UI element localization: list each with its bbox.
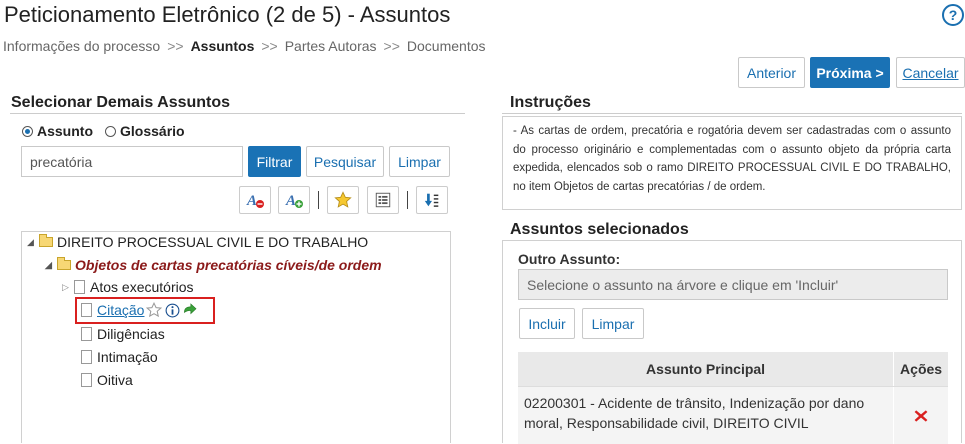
tree-node-citacao[interactable]: Citação (81, 302, 198, 318)
divider (10, 113, 465, 114)
search-button[interactable]: Pesquisar (306, 146, 384, 177)
tree-node-root-label[interactable]: DIREITO PROCESSUAL CIVIL E DO TRABALHO (57, 234, 368, 250)
previous-button[interactable]: Anterior (738, 57, 805, 88)
toolbar-separator (407, 191, 408, 209)
document-icon (81, 327, 92, 341)
tree-node-intimacao[interactable]: Intimação (81, 349, 158, 365)
instructions-title: Instruções (510, 94, 591, 111)
help-icon[interactable]: ? (942, 4, 964, 26)
instructions-text: - As cartas de ordem, precatória e rogat… (502, 116, 962, 210)
other-subject-label: Outro Assunto: (518, 251, 621, 267)
star-icon (334, 191, 352, 208)
info-icon[interactable] (165, 303, 180, 318)
breadcrumb-item-documentos[interactable]: Documentos (407, 38, 486, 54)
folder-icon (39, 234, 53, 247)
column-header-subject: Assunto Principal (646, 361, 766, 377)
select-subjects-title: Selecionar Demais Assuntos (11, 94, 231, 111)
delete-icon[interactable] (913, 408, 929, 424)
expand-all-button[interactable]: A (278, 186, 310, 214)
selected-subjects-title: Assuntos selecionados (510, 221, 689, 238)
breadcrumb-separator: >> (167, 38, 184, 54)
star-outline-icon[interactable] (146, 302, 163, 318)
document-icon (81, 373, 92, 387)
collapse-all-button[interactable]: A (239, 186, 271, 214)
add-arrow-icon[interactable] (182, 302, 198, 318)
tree-node-diligencias[interactable]: Diligências (81, 326, 165, 342)
radio-assunto-label[interactable]: Assunto (37, 123, 93, 139)
tree-node-child-label[interactable]: Objetos de cartas precatórias cíveis/de … (75, 257, 382, 273)
column-header-actions: Ações (893, 352, 948, 386)
radio-assunto[interactable] (22, 125, 33, 137)
remove-subject-icon: A (246, 193, 264, 209)
add-subject-icon: A (285, 193, 303, 209)
radio-glossario[interactable] (105, 125, 116, 137)
table-cell-actions (893, 387, 948, 444)
expanded-arrow-icon[interactable]: ◢ (27, 237, 39, 248)
breadcrumb-separator: >> (383, 38, 400, 54)
svg-text:A: A (285, 193, 296, 209)
expanded-arrow-icon[interactable]: ◢ (45, 260, 57, 271)
tree-node-oitiva-label[interactable]: Oitiva (97, 372, 133, 388)
tree-node-child[interactable]: ◢ Objetos de cartas precatórias cíveis/d… (45, 257, 382, 273)
table-cell-subject: 02200301 - Acidente de trânsito, Indeniz… (524, 395, 865, 431)
favorites-button[interactable] (327, 186, 359, 214)
document-icon (74, 280, 85, 294)
cancel-button[interactable]: Cancelar (896, 57, 965, 88)
breadcrumb: Informações do processo >> Assuntos >> Parte… (3, 38, 486, 54)
clear-selected-button[interactable]: Limpar (582, 308, 644, 339)
svg-text:A: A (246, 193, 257, 209)
tree-node-intimacao-label[interactable]: Intimação (97, 349, 158, 365)
divider (502, 113, 962, 114)
list-icon (375, 192, 391, 208)
table-header: Assunto Principal Ações (518, 352, 948, 386)
page-title: Peticionamento Eletrônico (2 de 5) - Ass… (4, 2, 451, 27)
document-icon (81, 350, 92, 364)
tree-node-atos[interactable]: ▷ Atos executórios (62, 279, 194, 295)
sort-button[interactable] (416, 186, 448, 214)
tree-node-diligencias-label[interactable]: Diligências (97, 326, 165, 342)
tree-node-atos-label[interactable]: Atos executórios (90, 279, 194, 295)
breadcrumb-separator: >> (261, 38, 278, 54)
radio-group: Assunto Glossário (22, 123, 185, 139)
next-button[interactable]: Próxima > (810, 57, 890, 88)
breadcrumb-item-assuntos: Assuntos (190, 38, 255, 54)
clear-search-button[interactable]: Limpar (389, 146, 450, 177)
breadcrumb-item-informacoes[interactable]: Informações do processo (3, 38, 160, 54)
other-subject-input[interactable]: Selecione o assunto na árvore e clique e… (518, 269, 948, 300)
table-row: 02200301 - Acidente de trânsito, Indeniz… (518, 386, 948, 444)
toolbar-separator (318, 191, 319, 209)
tree-node-oitiva[interactable]: Oitiva (81, 372, 133, 388)
tree-node-citacao-label[interactable]: Citação (97, 302, 144, 318)
sort-icon (424, 193, 439, 207)
include-button[interactable]: Incluir (519, 308, 575, 339)
filter-button[interactable]: Filtrar (248, 146, 301, 177)
document-icon (81, 303, 92, 317)
list-view-button[interactable] (367, 186, 399, 214)
tree-node-root[interactable]: ◢ DIREITO PROCESSUAL CIVIL E DO TRABALHO (27, 234, 368, 250)
collapsed-arrow-icon[interactable]: ▷ (62, 282, 74, 293)
search-input[interactable]: precatória (21, 146, 243, 177)
folder-icon (57, 257, 71, 270)
breadcrumb-item-partes[interactable]: Partes Autoras (285, 38, 377, 54)
radio-glossario-label[interactable]: Glossário (120, 123, 185, 139)
